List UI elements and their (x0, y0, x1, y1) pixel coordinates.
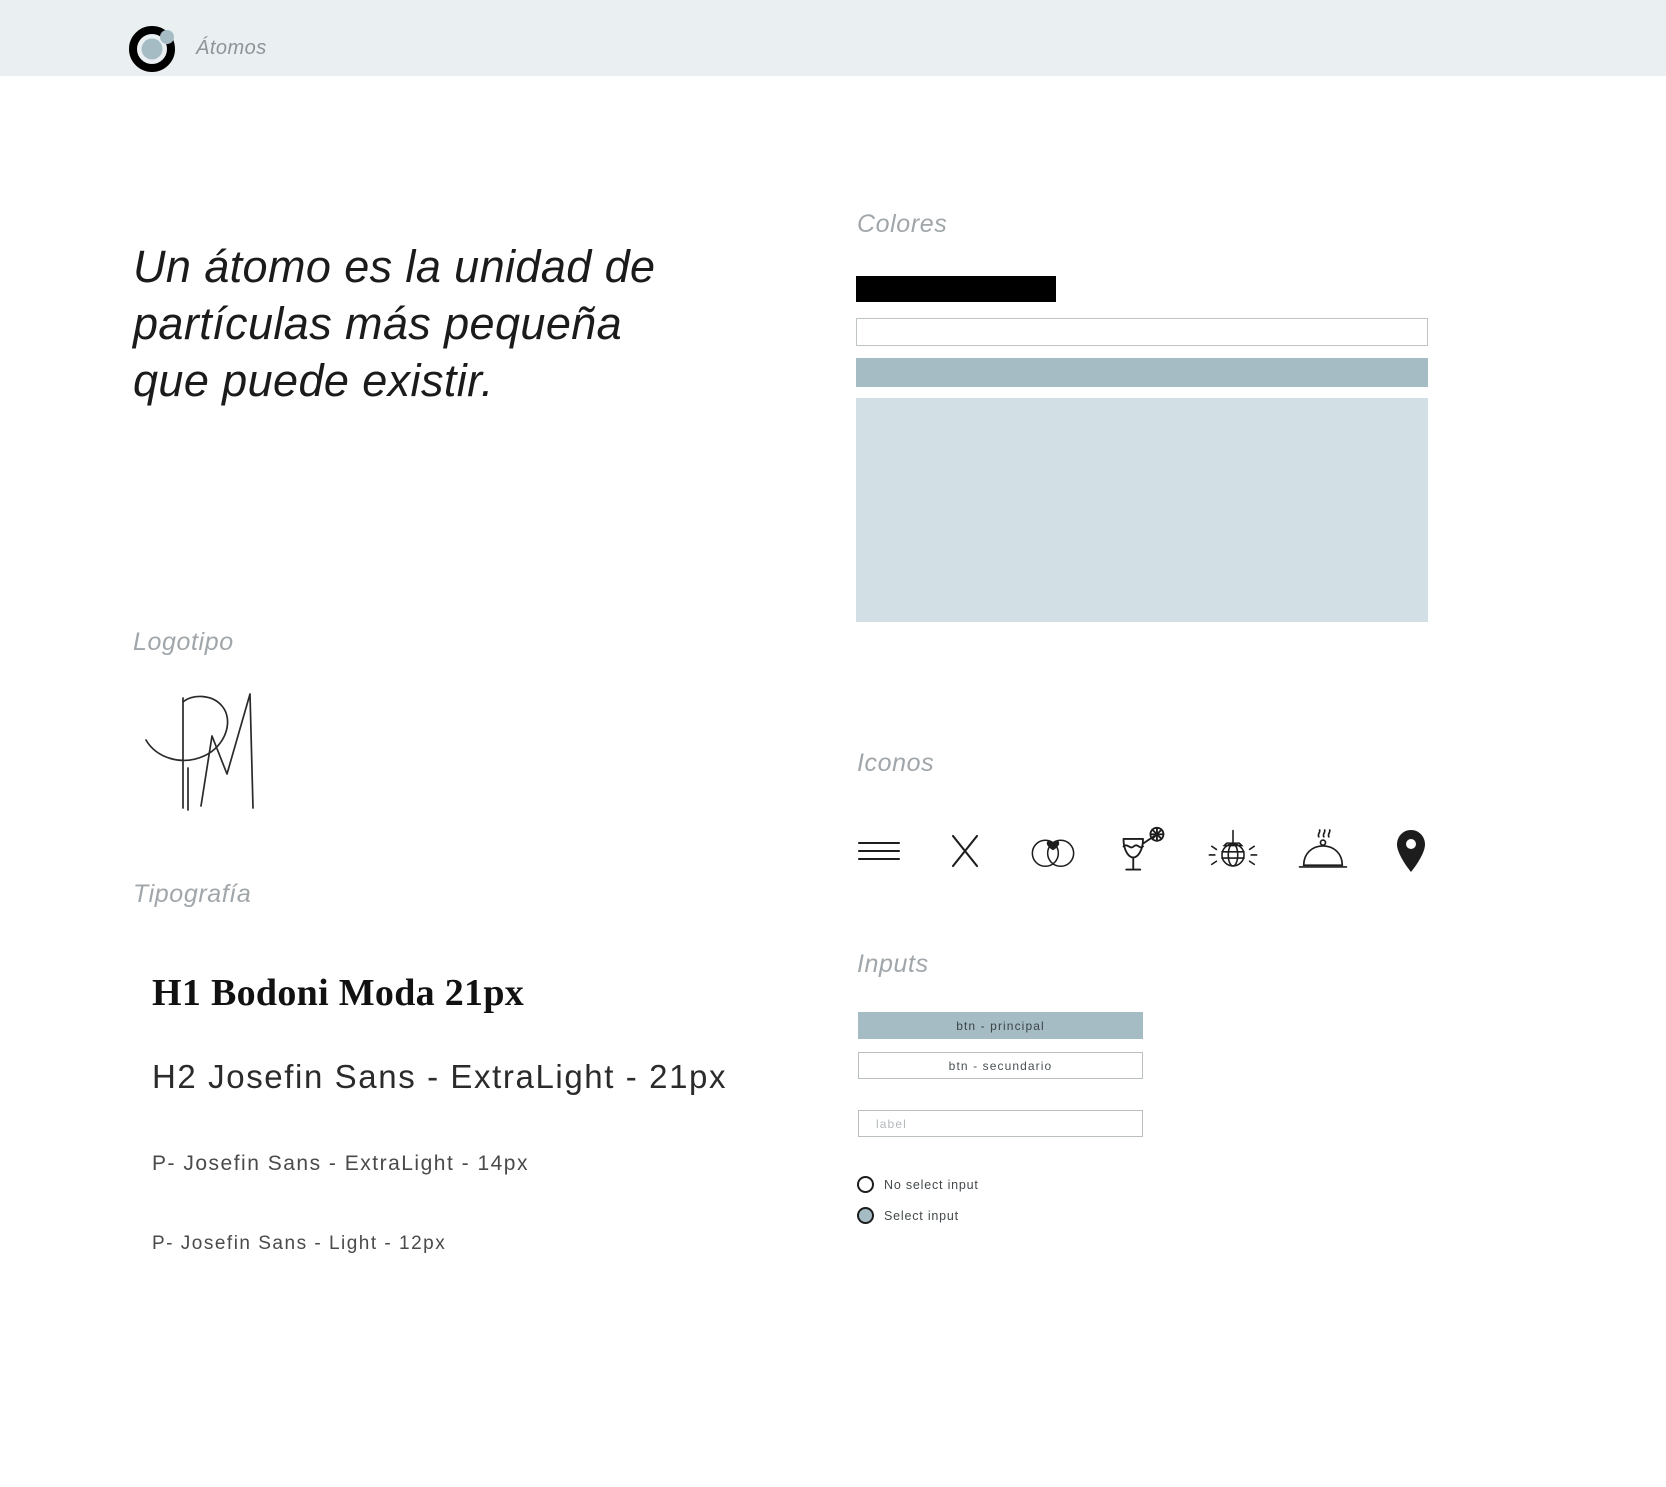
radio-label: Select input (884, 1208, 959, 1223)
type-specimen-p12: P- Josefin Sans - Light - 12px (152, 1233, 447, 1254)
pm-monogram-icon (126, 672, 276, 812)
btn-principal[interactable]: btn - principal (858, 1012, 1143, 1039)
disco-ball-icon[interactable] (1207, 822, 1259, 880)
app-header: Átomos (0, 0, 1666, 76)
inputs-section-title: Inputs (857, 950, 929, 978)
location-pin-icon[interactable] (1387, 822, 1435, 880)
type-specimen-h2: H2 Josefin Sans - ExtraLight - 21px (152, 1058, 728, 1095)
btn-secundario[interactable]: btn - secundario (858, 1052, 1143, 1079)
wedding-rings-heart-icon[interactable] (1027, 822, 1079, 880)
colores-section-title: Colores (857, 210, 948, 238)
color-swatch-white (856, 318, 1428, 346)
logotipo-section-title: Logotipo (133, 628, 234, 656)
type-specimen-p14: P- Josefin Sans - ExtraLight - 14px (152, 1152, 529, 1175)
atom-ring-icon (129, 23, 179, 73)
radio-circle-filled-icon[interactable] (857, 1207, 874, 1224)
color-swatch-blue-gray (856, 358, 1428, 387)
close-x-icon[interactable] (941, 822, 989, 880)
radio-option-select[interactable]: Select input (857, 1207, 959, 1224)
color-swatch-pale-blue (856, 398, 1428, 622)
hamburger-menu-icon[interactable] (855, 822, 903, 880)
label-input[interactable] (858, 1110, 1143, 1137)
cocktail-glass-icon[interactable] (1117, 822, 1169, 880)
food-cloche-icon[interactable] (1297, 822, 1349, 880)
radio-circle-icon[interactable] (857, 1176, 874, 1193)
icon-gallery (855, 818, 1435, 884)
hero-quote: Un átomo es la unidad de partículas más … (133, 241, 656, 406)
type-specimen-h1: H1 Bodoni Moda 21px (152, 972, 525, 1014)
radio-label: No select input (884, 1177, 979, 1192)
radio-option-no-select[interactable]: No select input (857, 1176, 979, 1193)
color-swatch-black (856, 276, 1056, 302)
tipografia-section-title: Tipografía (133, 880, 252, 908)
iconos-section-title: Iconos (857, 749, 935, 777)
brand-name: Átomos (196, 37, 267, 59)
